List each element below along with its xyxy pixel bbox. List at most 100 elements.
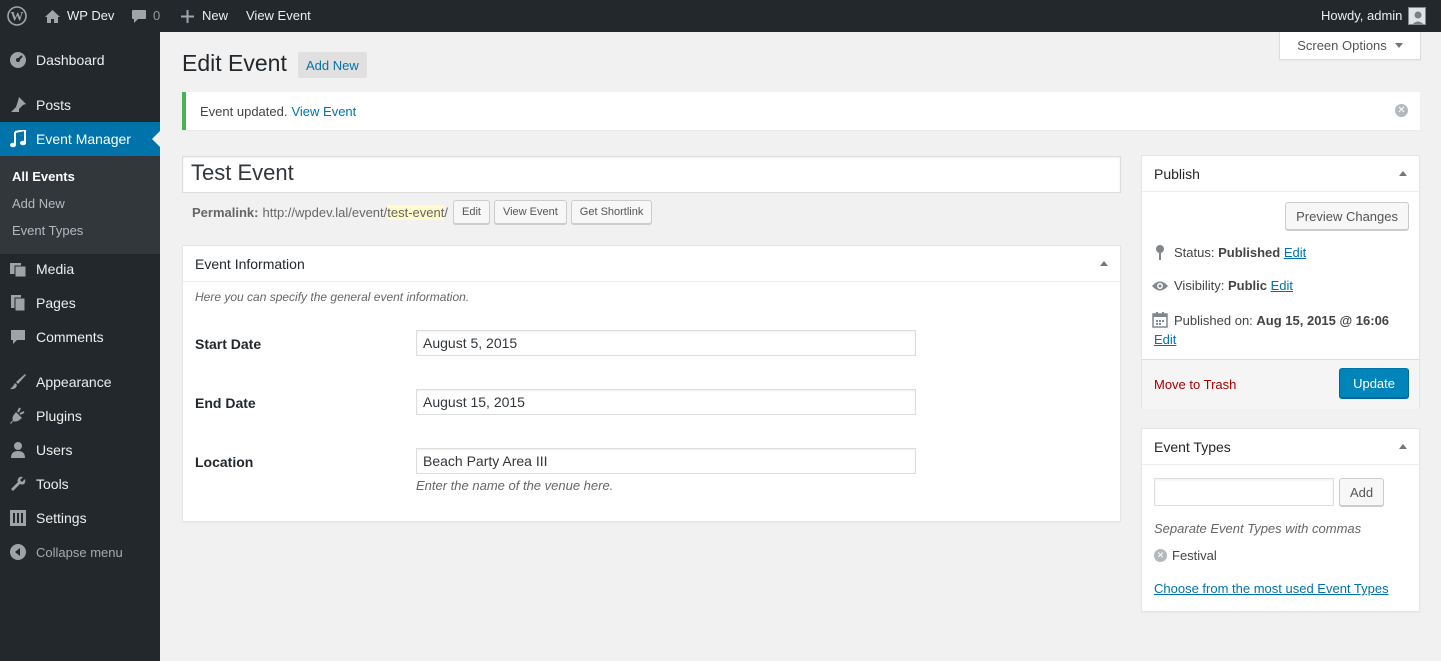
edit-status-link[interactable]: Edit (1284, 245, 1306, 260)
current-indicator (152, 131, 160, 147)
event-information-header[interactable]: Event Information (183, 246, 1120, 282)
publishing-actions: Move to Trash Update (1142, 359, 1419, 409)
view-event-button[interactable]: View Event (493, 200, 567, 224)
status-value: Published (1218, 244, 1281, 260)
add-event-type-button[interactable]: Add (1339, 478, 1385, 506)
event-types-box: Event Types Add Separate Event Types wit… (1141, 428, 1420, 612)
pin-icon (0, 96, 36, 114)
site-menu[interactable]: WP Dev (44, 0, 114, 32)
visibility-row: Visibility: Public Edit (1150, 278, 1293, 293)
admin-sidebar: Dashboard Posts Event Manager All Events… (0, 32, 160, 661)
permalink-slug[interactable]: test-event (387, 204, 445, 220)
start-date-input[interactable]: August 5, 2015 (416, 330, 916, 356)
submenu-event-types[interactable]: Event Types (12, 223, 83, 238)
edit-date-link[interactable]: Edit (1154, 332, 1176, 347)
sidebar-item-label: Appearance (36, 374, 112, 390)
submenu-add-new[interactable]: Add New (12, 196, 65, 211)
account-menu[interactable]: Howdy, admin (1321, 0, 1427, 32)
new-content-menu[interactable]: New (181, 0, 228, 32)
remove-tag-icon[interactable]: ✕ (1154, 549, 1167, 562)
sidebar-item-event-manager[interactable]: Event Manager (0, 122, 160, 156)
permalink-label: Permalink: (192, 204, 259, 220)
notice-view-link[interactable]: View Event (291, 104, 356, 119)
visibility-value: Public (1227, 278, 1267, 293)
sidebar-item-label: Comments (36, 329, 104, 345)
publish-title: Publish (1154, 165, 1200, 182)
end-date-input[interactable]: August 15, 2015 (416, 389, 916, 415)
sidebar-item-label: Media (36, 261, 75, 277)
user-icon (0, 441, 36, 459)
event-types-title: Event Types (1154, 438, 1231, 455)
screen-options-button[interactable]: Screen Options (1279, 32, 1421, 60)
collapse-toggle-icon[interactable] (1399, 171, 1407, 176)
eye-icon (1150, 280, 1170, 292)
event-types-header[interactable]: Event Types (1142, 429, 1419, 465)
location-label: Location (195, 454, 254, 470)
post-title-input[interactable]: Test Event (182, 156, 1121, 193)
plug-icon (0, 407, 36, 425)
published-on-label: Published on: (1174, 312, 1253, 328)
comment-bubble-icon (131, 9, 147, 24)
choose-most-used-link[interactable]: Choose from the most used Event Types (1154, 581, 1389, 596)
tag-label: Festival (1172, 548, 1217, 563)
settings-icon (0, 509, 36, 527)
move-to-trash-link[interactable]: Move to Trash (1154, 377, 1236, 392)
svg-text:W: W (11, 9, 24, 24)
sidebar-item-tools[interactable]: Tools (0, 467, 160, 501)
collapse-toggle-icon[interactable] (1100, 261, 1108, 266)
location-hint: Enter the name of the venue here. (416, 478, 614, 493)
sidebar-item-plugins[interactable]: Plugins (0, 399, 160, 433)
collapse-arrow-icon (0, 543, 36, 561)
pin-icon (1150, 244, 1170, 260)
tag-item: ✕ Festival (1154, 548, 1217, 563)
event-information-box: Event Information Here you can specify t… (182, 245, 1121, 522)
location-input[interactable]: Beach Party Area III (416, 448, 916, 474)
caret-down-icon (1394, 43, 1403, 48)
status-label: Status: (1174, 244, 1215, 260)
dashboard-icon (0, 51, 36, 69)
permalink-base: http://wpdev.lal/event/ (262, 204, 388, 220)
permalink-row: Permalink: http://wpdev.lal/event/test-e… (192, 199, 653, 225)
new-event-type-input[interactable] (1154, 478, 1334, 506)
dismiss-icon[interactable]: ✕ (1395, 104, 1408, 117)
wrench-icon (0, 475, 36, 493)
end-date-label: End Date (195, 395, 256, 411)
sidebar-item-users[interactable]: Users (0, 433, 160, 467)
edit-visibility-link[interactable]: Edit (1271, 278, 1293, 293)
add-new-button[interactable]: Add New (298, 52, 367, 78)
get-shortlink-button[interactable]: Get Shortlink (570, 200, 653, 224)
sidebar-item-media[interactable]: Media (0, 252, 160, 286)
event-manager-submenu: All Events Add New Event Types (0, 156, 160, 254)
sidebar-item-pages[interactable]: Pages (0, 286, 160, 320)
status-row: Status: Published Edit (1150, 244, 1306, 260)
sidebar-item-label: Tools (36, 476, 69, 492)
comment-icon (0, 328, 36, 346)
sidebar-item-posts[interactable]: Posts (0, 88, 160, 122)
sidebar-item-dashboard[interactable]: Dashboard (0, 43, 160, 77)
sidebar-item-comments[interactable]: Comments (0, 320, 160, 354)
sidebar-item-appearance[interactable]: Appearance (0, 365, 160, 399)
sidebar-item-settings[interactable]: Settings (0, 501, 160, 535)
edit-permalink-button[interactable]: Edit (452, 200, 490, 224)
published-on-value: Aug 15, 2015 @ 16:06 (1256, 312, 1390, 328)
collapse-menu-button[interactable]: Collapse menu (0, 535, 160, 569)
submenu-all-events[interactable]: All Events (12, 169, 75, 184)
wordpress-logo-icon[interactable]: W (7, 0, 27, 32)
update-notice: Event updated. View Event ✕ (182, 92, 1420, 130)
preview-changes-button[interactable]: Preview Changes (1285, 202, 1409, 230)
event-types-hint: Separate Event Types with commas (1154, 521, 1362, 536)
view-event-link[interactable]: View Event (246, 0, 311, 32)
sidebar-item-label: Users (36, 442, 73, 458)
collapse-toggle-icon[interactable] (1399, 444, 1407, 449)
sidebar-item-label: Event Manager (36, 131, 131, 147)
howdy-text: Howdy, admin (1321, 8, 1403, 23)
update-button[interactable]: Update (1339, 368, 1409, 398)
collapse-menu-label: Collapse menu (36, 544, 123, 560)
pages-icon (0, 294, 36, 312)
notice-text: Event updated. (200, 103, 288, 119)
home-icon (44, 9, 61, 24)
calendar-icon (1150, 312, 1170, 328)
comments-menu[interactable]: 0 (131, 0, 160, 32)
publish-header[interactable]: Publish (1142, 156, 1419, 192)
plus-icon (181, 9, 194, 23)
